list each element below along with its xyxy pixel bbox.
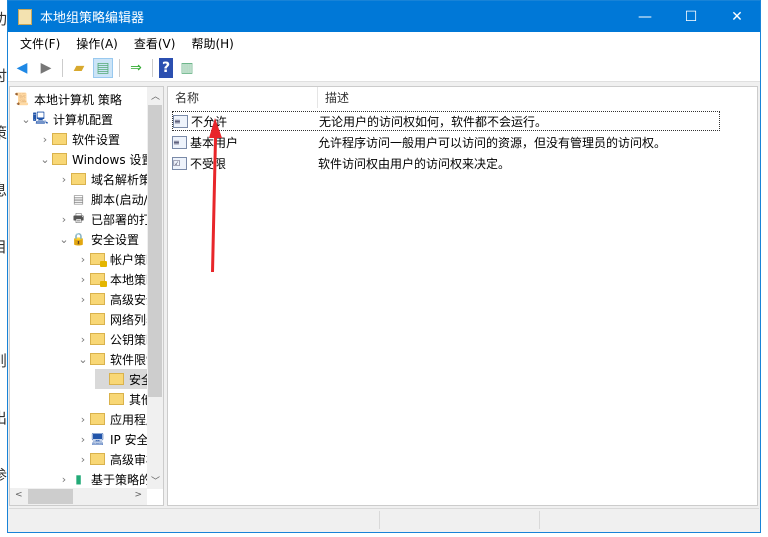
red-annotation-arrow: [209, 118, 222, 272]
